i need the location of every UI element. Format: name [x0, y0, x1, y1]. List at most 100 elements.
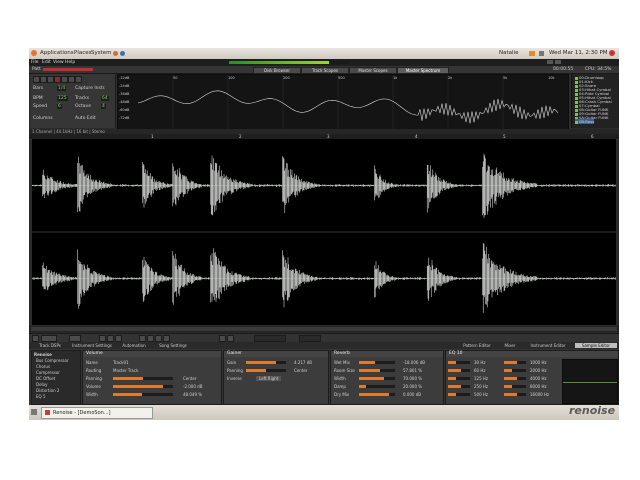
list-item[interactable]: Renoise [34, 352, 52, 357]
reverse-icon[interactable] [155, 335, 162, 342]
param-value[interactable]: Master Track [113, 368, 138, 373]
stop-icon[interactable] [47, 76, 54, 83]
user-name[interactable]: Natalie [499, 50, 518, 56]
volume-icon[interactable] [539, 51, 544, 56]
menu-places[interactable]: Places [74, 50, 92, 56]
capture-instr-button[interactable]: Capture Instr. [75, 86, 105, 91]
tab-automation[interactable]: Automation [117, 343, 151, 348]
pattern-meter [43, 68, 93, 71]
metronome-icon[interactable] [61, 76, 68, 83]
auto-edit-button[interactable]: Auto Edit [75, 116, 96, 121]
param-slider[interactable] [359, 377, 395, 380]
loop-mode-select[interactable] [254, 335, 286, 342]
param-slider[interactable] [246, 369, 286, 372]
tab-track-scopes[interactable]: Track Scopes [301, 67, 349, 74]
record-icon[interactable] [54, 76, 61, 83]
selection-button[interactable] [69, 335, 81, 342]
list-item[interactable]: DC Offset [36, 376, 55, 381]
snap-select[interactable] [299, 335, 321, 342]
tab-master-scopes[interactable]: Master Scopes [349, 67, 397, 74]
menu-edit[interactable]: Edit [42, 60, 51, 65]
ubuntu-logo-icon[interactable] [31, 50, 37, 56]
scrollbar-thumb[interactable] [31, 327, 617, 331]
menu-file[interactable]: File [31, 60, 39, 65]
firefox-icon[interactable] [113, 51, 118, 56]
inverse-toggle[interactable]: Left Right [256, 376, 282, 381]
undo-icon[interactable] [547, 60, 553, 64]
power-icon[interactable] [609, 50, 615, 56]
param-value[interactable]: Track01 [113, 360, 129, 365]
normalize-icon[interactable] [163, 335, 170, 342]
tab-track-dsps[interactable]: Track DSPs [33, 343, 67, 348]
param-slider[interactable] [359, 369, 395, 372]
eq-band-slider[interactable] [504, 377, 526, 380]
play-sample-icon[interactable] [139, 335, 146, 342]
menu-help[interactable]: Help [65, 60, 75, 65]
menu-applications[interactable]: Applications [40, 50, 74, 56]
tracks-value[interactable]: 64 [101, 96, 109, 101]
param-slider[interactable] [113, 393, 173, 396]
paste-icon[interactable] [115, 335, 122, 342]
list-item[interactable]: Compressor [36, 370, 60, 375]
param-slider[interactable] [359, 361, 395, 364]
waveform-graph[interactable] [31, 139, 616, 325]
clock[interactable]: Wed Mar 11, 2:30 PM [549, 50, 608, 56]
tab-pattern-editor[interactable]: Pattern Editor [459, 343, 495, 348]
play-icon[interactable] [33, 76, 40, 83]
list-item-selected[interactable]: 0B:Bass [575, 119, 595, 124]
list-item[interactable]: Chorus [36, 364, 50, 369]
eq-band-slider[interactable] [448, 393, 470, 396]
help-icon[interactable] [120, 51, 125, 56]
eq-band-slider[interactable] [448, 369, 470, 372]
eq-band-slider[interactable] [504, 393, 526, 396]
loop-sample-icon[interactable] [147, 335, 154, 342]
checkbox-icon[interactable] [32, 335, 39, 342]
param-value: 0.000 dB [403, 392, 422, 397]
eq-band-slider[interactable] [448, 361, 470, 364]
fade-out-icon[interactable] [227, 335, 234, 342]
eq-curve-graph[interactable] [562, 359, 618, 404]
taskbar-window-button[interactable]: Renoise - [DemoSon...] [41, 407, 153, 419]
eq-band-slider[interactable] [504, 385, 526, 388]
tab-instrument-settings[interactable]: Instrument Settings [69, 343, 115, 348]
eq-band-slider[interactable] [448, 385, 470, 388]
bars-value[interactable]: 1/4 [57, 86, 67, 91]
copy-icon[interactable] [107, 335, 114, 342]
list-item[interactable]: EQ 5 [36, 394, 46, 399]
mail-icon[interactable] [529, 51, 535, 56]
redo-icon[interactable] [555, 60, 561, 64]
cut-icon[interactable] [99, 335, 106, 342]
waveform-scrollbar[interactable] [29, 326, 619, 332]
tab-song-settings[interactable]: Song Settings [153, 343, 193, 348]
tab-sample-editor[interactable]: Sample Editor [575, 343, 617, 348]
speed-value[interactable]: 6 [57, 104, 62, 109]
zoom-button[interactable] [41, 335, 57, 342]
list-item[interactable]: Delay [36, 382, 47, 387]
menu-view[interactable]: View [53, 60, 64, 65]
tab-master-spectrum[interactable]: Master Spectrum [397, 67, 449, 74]
eq-band-slider[interactable] [504, 361, 526, 364]
list-item[interactable]: Bus Compressor [36, 358, 69, 363]
param-slider[interactable] [359, 385, 395, 388]
list-item[interactable]: Distortion 2 [36, 388, 59, 393]
eq10-device: EQ 10 30 Hz 60 Hz 125 Hz 250 Hz 500 Hz 1000 H… [445, 350, 619, 405]
eq-band-slider[interactable] [504, 369, 526, 372]
bpm-value[interactable]: 125 [57, 96, 68, 101]
eq-band-slider[interactable] [448, 377, 470, 380]
tab-mixer[interactable]: Mixer [499, 343, 521, 348]
follow-icon[interactable] [68, 76, 75, 83]
param-slider[interactable] [246, 361, 286, 364]
loop-icon[interactable] [40, 76, 47, 83]
eq-band-slider-fill [504, 377, 517, 380]
param-slider[interactable] [113, 385, 173, 388]
octave-value[interactable]: 4 [101, 104, 106, 109]
tab-disk-browser[interactable]: Disk Browser [253, 67, 301, 74]
param-slider[interactable] [113, 377, 173, 380]
pattern-icon[interactable] [75, 76, 82, 83]
waveform-display[interactable] [31, 139, 616, 325]
menu-system[interactable]: System [91, 50, 112, 56]
show-desktop-icon[interactable] [31, 409, 37, 415]
tab-instrument-editor[interactable]: Instrument Editor [525, 343, 571, 348]
fade-in-icon[interactable] [219, 335, 226, 342]
param-slider[interactable] [359, 393, 395, 396]
